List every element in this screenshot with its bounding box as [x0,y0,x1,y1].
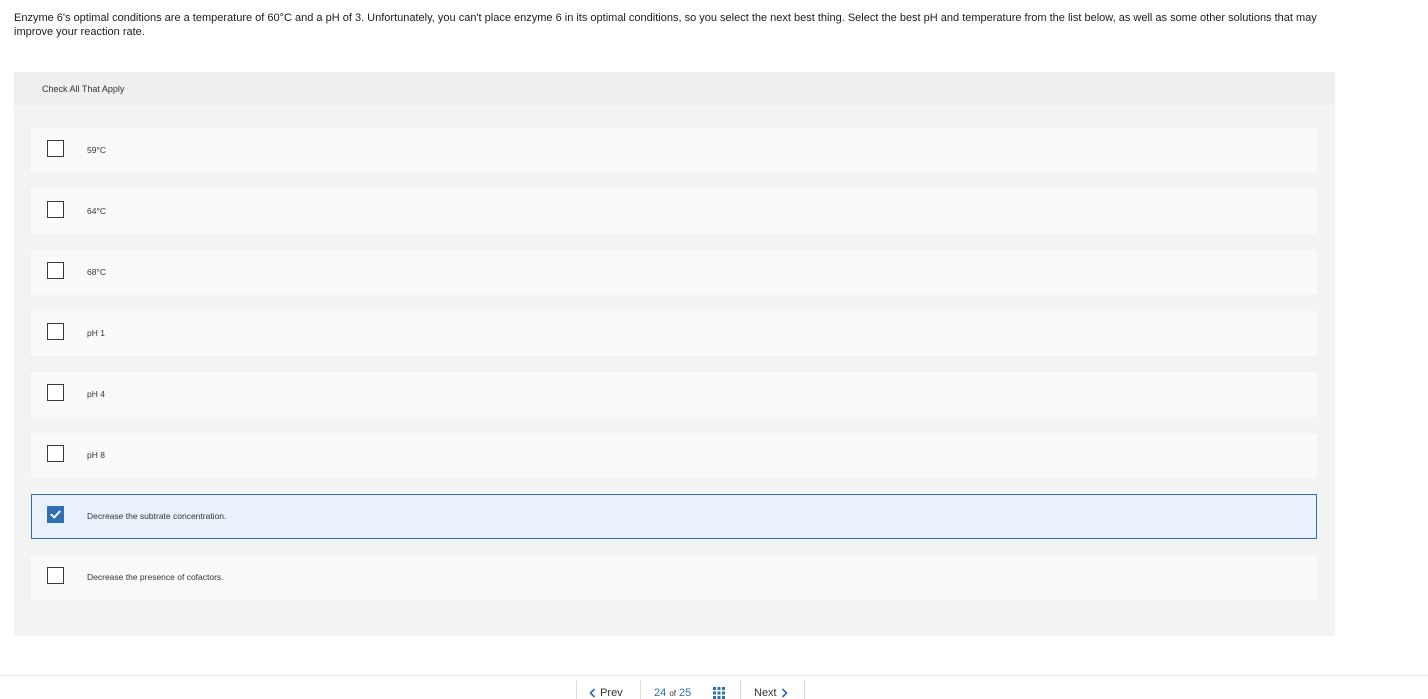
page-of-label: of [669,689,676,698]
panel-header: Check All That Apply [14,72,1335,105]
nav-divider [640,680,641,699]
prev-button[interactable]: Prev [588,687,623,699]
prev-label: Prev [600,687,623,699]
answer-panel: Check All That Apply 59°C 64°C 68°C pH 1… [14,72,1335,636]
nav-divider [740,680,741,699]
option-ph4[interactable]: pH 4 [31,372,1317,417]
chevron-left-icon [589,688,595,698]
checkbox[interactable] [47,140,64,157]
question-navigation: Prev 24 of 25 Next [576,680,805,699]
next-label: Next [754,687,777,699]
option-decrease-substrate[interactable]: Decrease the subtrate concentration. [31,494,1317,539]
checkbox[interactable] [47,384,64,401]
current-page: 24 [654,687,667,699]
option-label: pH 4 [87,389,105,399]
option-label: Decrease the presence of cofactors. [87,572,224,582]
option-ph1[interactable]: pH 1 [31,311,1317,356]
checkbox[interactable] [47,201,64,218]
footer-divider [0,675,1428,676]
total-pages: 25 [679,687,692,699]
checkbox[interactable] [47,567,64,584]
page-indicator[interactable]: 24 of 25 [654,687,691,699]
option-label: 59°C [87,145,106,155]
option-59c[interactable]: 59°C [31,128,1317,173]
option-label: 64°C [87,206,106,216]
checkbox[interactable] [47,323,64,340]
option-ph8[interactable]: pH 8 [31,433,1317,478]
nav-divider [576,680,577,699]
option-68c[interactable]: 68°C [31,250,1317,295]
check-all-instruction: Check All That Apply [42,84,125,94]
options-list: 59°C 64°C 68°C pH 1 pH 4 pH 8 Decrease t… [31,128,1317,616]
nav-divider [804,680,805,699]
checkbox[interactable] [47,262,64,279]
question-text: Enzyme 6's optimal conditions are a temp… [14,12,1317,38]
option-label: pH 1 [87,328,105,338]
option-label: pH 8 [87,450,105,460]
option-64c[interactable]: 64°C [31,189,1317,234]
chevron-right-icon [781,688,788,698]
grid-icon[interactable] [713,687,725,699]
checkmark-icon [50,510,61,519]
option-label: Decrease the subtrate concentration. [87,511,227,521]
next-button[interactable]: Next [754,687,789,699]
option-decrease-cofactors[interactable]: Decrease the presence of cofactors. [31,555,1317,600]
option-label: 68°C [87,267,106,277]
checkbox-checked[interactable] [47,506,64,523]
checkbox[interactable] [47,445,64,462]
